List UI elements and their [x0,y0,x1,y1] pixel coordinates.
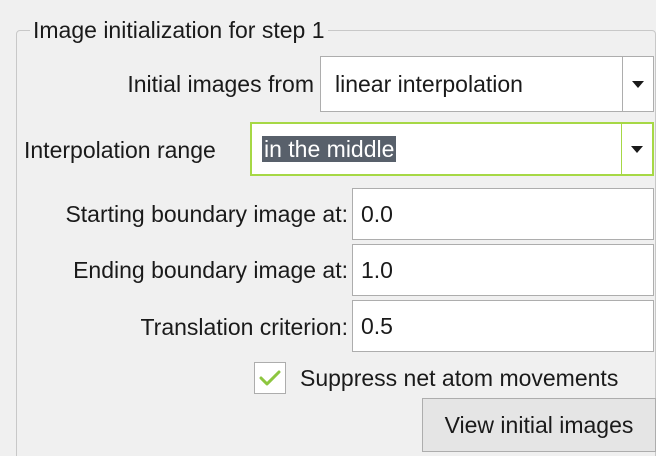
interpolation-range-combobox[interactable]: in the middle [250,122,654,176]
starting-boundary-label: Starting boundary image at: [65,201,348,227]
chevron-down-icon[interactable] [622,57,653,111]
translation-criterion-label: Translation criterion: [140,314,348,340]
interpolation-range-value: in the middle [262,136,397,162]
image-initialization-panel: Image initialization for step 1 Initial … [0,0,656,456]
translation-criterion-field[interactable]: 0.5 [352,300,654,352]
interpolation-range-label: Interpolation range [24,137,216,163]
ending-boundary-field[interactable]: 1.0 [352,244,654,296]
suppress-label[interactable]: Suppress net atom movements [300,364,618,392]
ending-boundary-label: Ending boundary image at: [73,257,348,283]
chevron-down-icon[interactable] [621,124,652,174]
starting-boundary-field[interactable]: 0.0 [352,188,654,240]
ending-boundary-value: 1.0 [361,257,393,283]
view-initial-images-button[interactable]: View initial images [422,398,656,452]
group-title: Image initialization for step 1 [30,16,328,44]
checkmark-icon [259,370,281,386]
starting-boundary-value: 0.0 [361,201,393,227]
translation-criterion-value: 0.5 [361,313,393,339]
interpolation-range-value-wrap: in the middle [262,135,397,163]
suppress-checkbox[interactable] [254,362,286,394]
initial-images-combobox[interactable]: linear interpolation [320,56,654,112]
initial-images-value: linear interpolation [335,71,523,97]
initial-images-label: Initial images from [127,71,314,97]
